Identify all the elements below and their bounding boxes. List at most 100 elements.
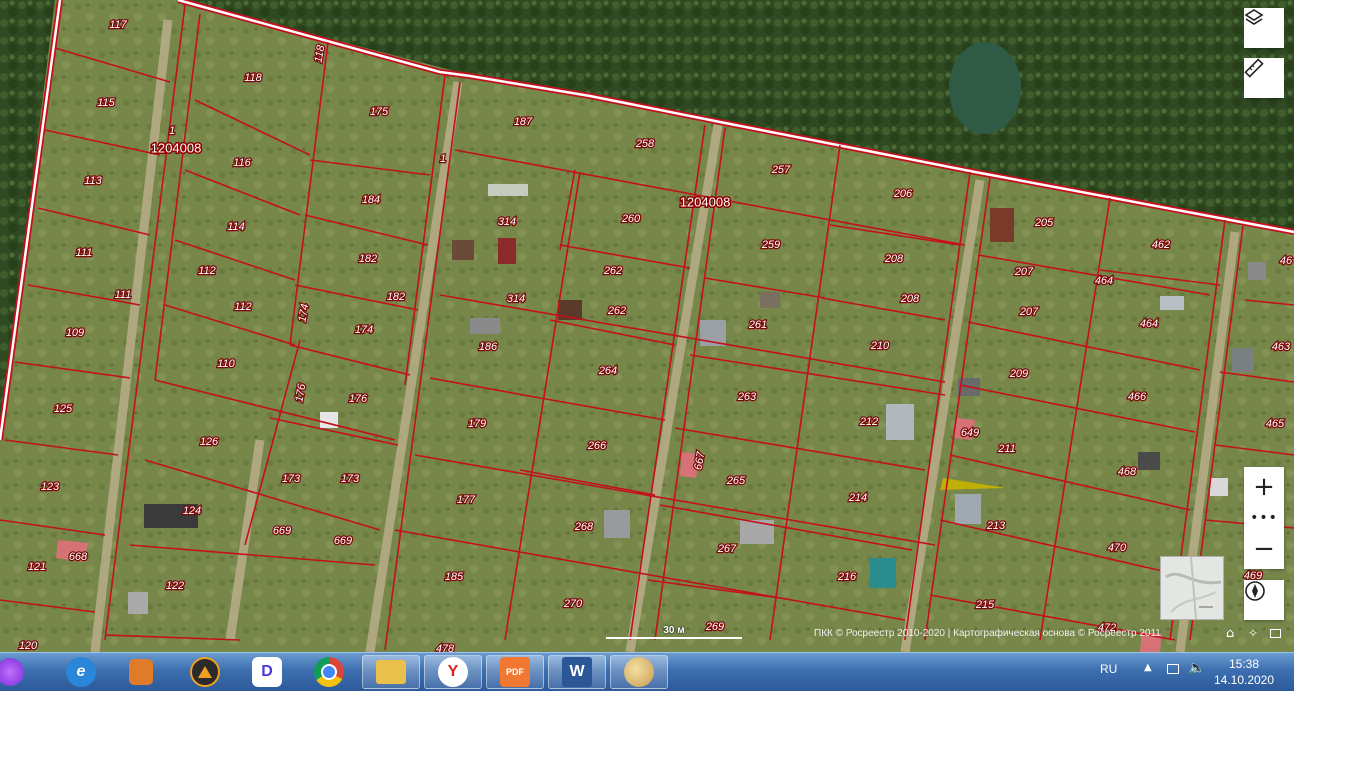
plot-label: 212 — [859, 416, 878, 428]
plot-label: 261 — [748, 319, 767, 331]
block-label: 1204008 — [151, 140, 202, 155]
folder-icon — [376, 660, 406, 684]
taskbar-app-file-explorer[interactable] — [362, 655, 420, 689]
pdf-icon: PDF — [500, 657, 530, 687]
layers-icon — [1244, 9, 1264, 25]
aimp-icon — [190, 657, 220, 687]
clock[interactable]: 15:38 14.10.2020 — [1204, 656, 1284, 688]
zoom-out-button[interactable]: − — [1244, 529, 1284, 569]
plot-label: 111 — [76, 247, 93, 259]
palette-icon — [624, 657, 654, 687]
taskbar-app-media-player[interactable] — [112, 655, 170, 689]
plot-label: 113 — [84, 175, 102, 187]
plot-label: 186 — [479, 341, 498, 353]
plot-label: 466 — [1128, 391, 1147, 403]
locate-icon[interactable]: ✧ — [1248, 626, 1258, 640]
tray-expand-icon[interactable]: ▲ — [1144, 662, 1152, 673]
map-attribution: ПКК © Росреестр 2010-2020 | Картографиче… — [814, 628, 1161, 639]
plot-label: 46 — [1280, 255, 1293, 267]
ruler-button[interactable] — [1244, 58, 1284, 98]
plot-label: 176 — [349, 393, 368, 405]
zoom-controls: + ••• − — [1244, 467, 1284, 569]
plot-label: 187 — [514, 116, 533, 128]
map-canvas[interactable]: 1204008 1204008 117118118175115111618725… — [0, 0, 1294, 652]
volume-icon[interactable]: 🔈 — [1188, 660, 1205, 676]
plot-label: 669 — [334, 535, 352, 547]
plot-label: 123 — [41, 481, 60, 493]
internet-explorer-icon: e — [66, 657, 96, 687]
yandex-icon: Y — [438, 657, 468, 687]
taskbar-app-chrome[interactable] — [300, 655, 358, 689]
aimp-triangle — [198, 666, 212, 678]
scale-label: 30 м — [663, 625, 685, 636]
taskbar-app-paint[interactable] — [610, 655, 668, 689]
plot-label: 668 — [69, 551, 88, 563]
block-label: 1204008 — [680, 194, 731, 209]
cadastral-map[interactable]: 1204008 1204008 117 118 118 175 115 1 116 187 25… — [0, 0, 1294, 652]
layers-button[interactable] — [1244, 8, 1284, 48]
windows-taskbar: e D Y PDF W RU ▲ 🔈 15:38 14.10.2020 — [0, 652, 1294, 691]
plot-label: 214 — [848, 492, 867, 504]
network-icon[interactable] — [1167, 664, 1179, 674]
more-options-button[interactable]: ••• — [1244, 507, 1284, 529]
plot-label: 173 — [341, 473, 360, 485]
minimap-preview — [1165, 557, 1222, 619]
plot-label: 207 — [1014, 266, 1034, 278]
plot-label: 649 — [961, 427, 979, 439]
plot-label: 263 — [737, 391, 757, 403]
fullscreen-icon[interactable] — [1270, 629, 1281, 638]
taskbar-app-internet-explorer[interactable]: e — [52, 655, 110, 689]
taskbar-app-aimp[interactable] — [176, 655, 234, 689]
plot-label: 121 — [28, 561, 46, 573]
plot-label: 116 — [233, 157, 251, 169]
plot-label: 267 — [717, 543, 737, 555]
zoom-in-button[interactable]: + — [1244, 467, 1284, 507]
plot-label: 265 — [726, 475, 746, 487]
taskbar-app-player[interactable]: D — [238, 655, 296, 689]
plot-label: 314 — [507, 293, 525, 305]
plot-label: 464 — [1095, 275, 1113, 287]
scale-line — [606, 637, 742, 639]
media-player-icon — [129, 659, 153, 685]
taskbar-app-yandex-browser[interactable]: Y — [424, 655, 482, 689]
plot-label: 205 — [1034, 217, 1054, 229]
home-icon[interactable]: ⌂ — [1226, 626, 1234, 641]
chrome-center — [321, 664, 337, 680]
taskbar-app-pdf[interactable]: PDF — [486, 655, 544, 689]
start-button[interactable] — [0, 655, 30, 689]
compass-button[interactable] — [1244, 580, 1284, 620]
minimap[interactable] — [1160, 556, 1224, 620]
plot-label: 211 — [997, 443, 1016, 455]
plot-label: 463 — [1272, 341, 1291, 353]
plot-label: 117 — [109, 19, 127, 31]
plot-label: 468 — [1118, 466, 1137, 478]
plot-label: 268 — [574, 521, 594, 533]
scale-bar: 30 м — [606, 625, 742, 639]
plot-label: 115 — [97, 97, 115, 109]
plot-label: 262 — [607, 305, 626, 317]
plot-label: 179 — [468, 418, 486, 430]
plot-label: 206 — [893, 188, 913, 200]
clock-date: 14.10.2020 — [1213, 673, 1275, 687]
plot-label: 185 — [445, 571, 464, 583]
plot-label: 177 — [457, 494, 476, 506]
plot-label: 258 — [635, 138, 655, 150]
pond — [949, 42, 1021, 134]
plot-label: 462 — [1152, 239, 1170, 251]
player-icon: D — [252, 657, 282, 687]
taskbar-app-word[interactable]: W — [548, 655, 606, 689]
plot-label: 465 — [1266, 418, 1285, 430]
plot-label: 207 — [1019, 306, 1039, 318]
plot-label: 1 — [169, 125, 175, 137]
plot-label: 110 — [217, 358, 235, 370]
plot-label: 669 — [273, 525, 291, 537]
plot-label: 122 — [166, 580, 184, 592]
plot-label: 210 — [870, 340, 890, 352]
plot-label: 124 — [183, 505, 201, 517]
plot-label: 182 — [359, 253, 377, 265]
language-indicator[interactable]: RU — [1100, 662, 1117, 676]
start-orb-icon — [0, 658, 24, 686]
plot-label: 112 — [198, 265, 216, 277]
plot-label: 257 — [771, 164, 791, 176]
plot-label: 314 — [498, 216, 516, 228]
